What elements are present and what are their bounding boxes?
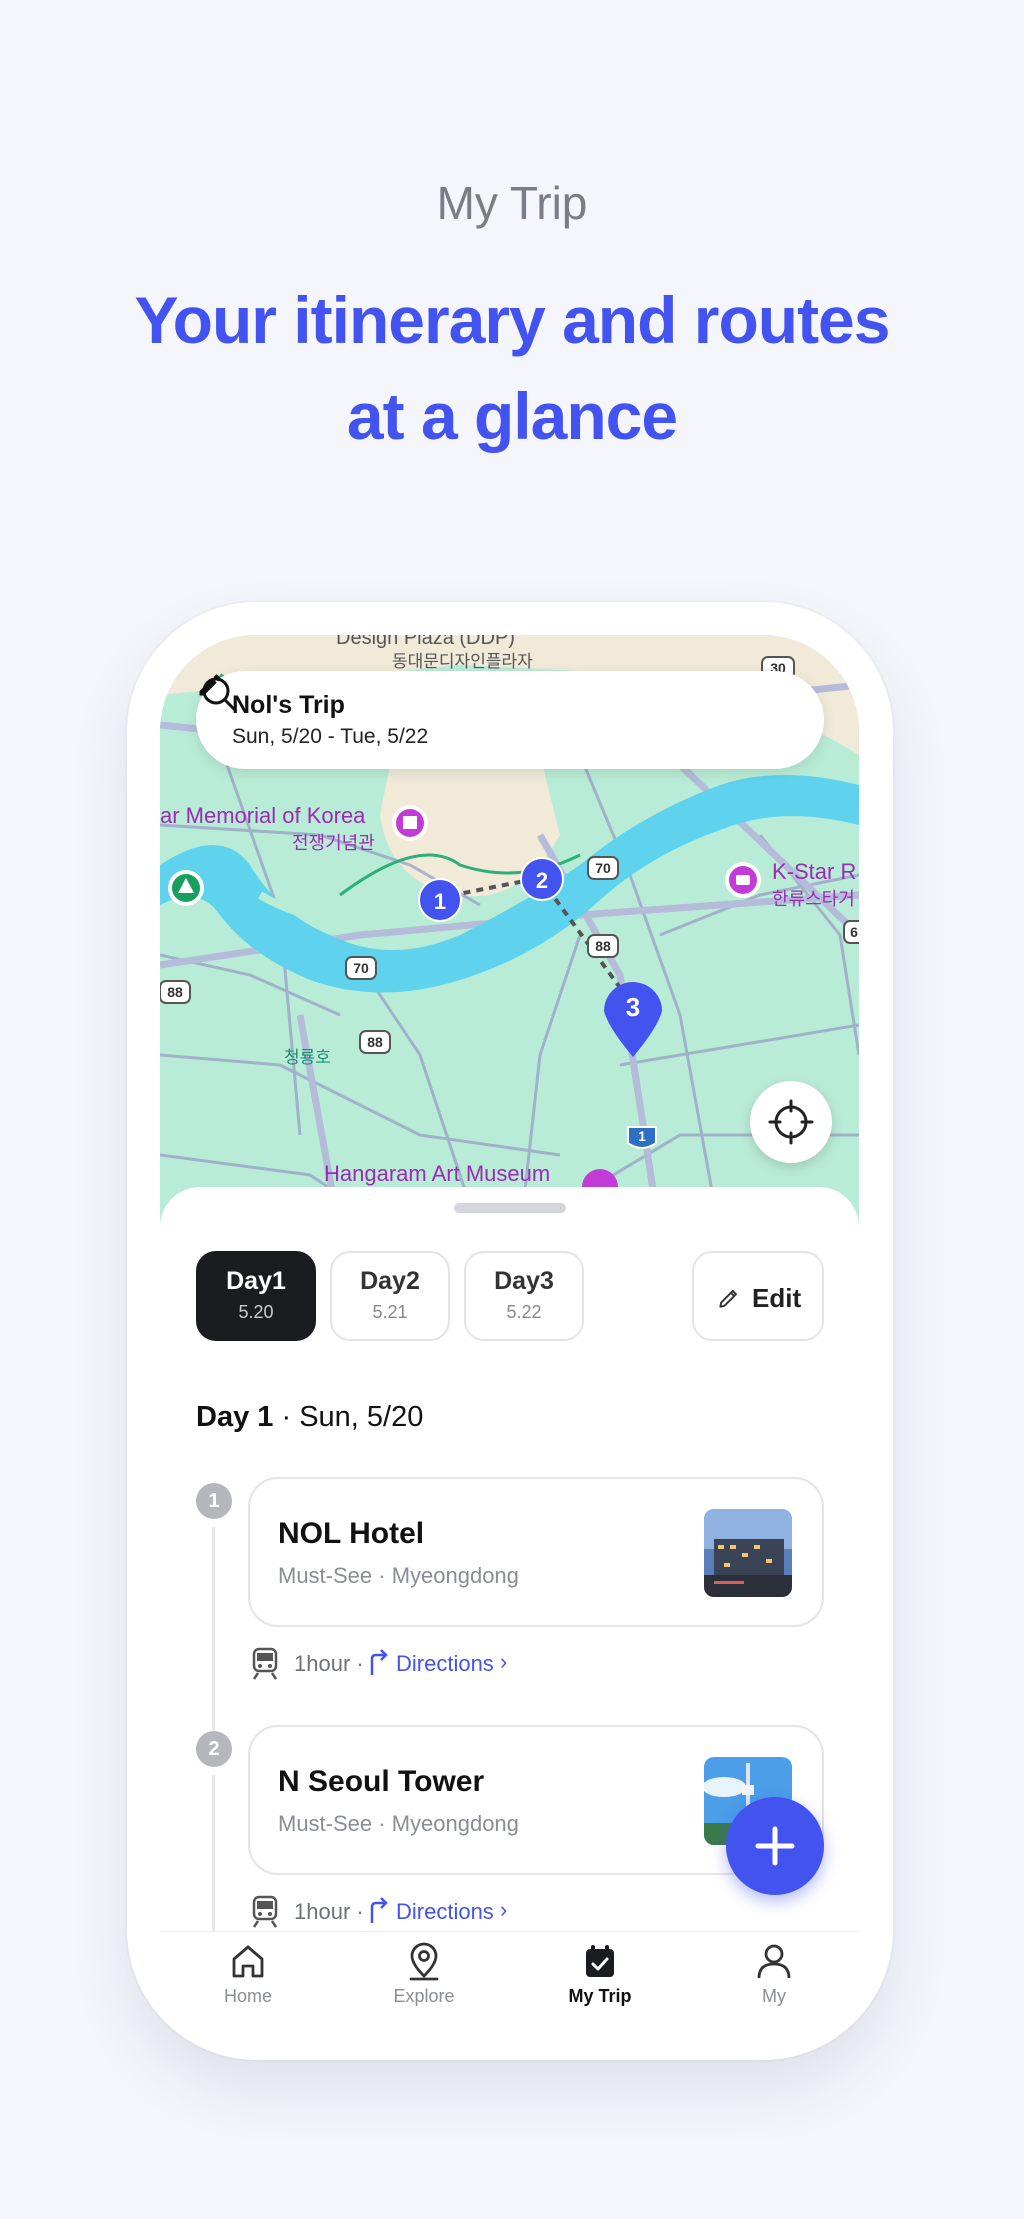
road-shield-70a: 70: [595, 860, 611, 876]
transit-row-2: 1hour · Directions ›: [250, 1895, 550, 1931]
home-icon: [232, 1945, 264, 1978]
transit-duration-2: 1hour ·: [294, 1899, 364, 1924]
itinerary-sheet: Day1 5.20 Day2 5.21 Day3 5.22 Edit Day 1…: [160, 1187, 859, 2027]
tab-day1-date: 5.20: [238, 1302, 274, 1322]
day-heading-sep: ·: [281, 1401, 292, 1433]
map-label-ddp-kr: 동대문디자인플라자: [392, 652, 533, 671]
tab-day2-label: Day2: [360, 1267, 420, 1295]
road-shield-6: 6: [850, 924, 858, 940]
transit-duration-1: 1hour ·: [294, 1651, 364, 1676]
road-shield-88c: 88: [367, 1034, 383, 1050]
day-heading-date: Sun, 5/20: [299, 1401, 424, 1433]
map-label-museum: Hangaram Art Museum: [324, 1161, 551, 1186]
nav-explore[interactable]: Explore: [364, 1940, 484, 2007]
map-pin-2[interactable]: 2: [520, 857, 564, 901]
train-icon: [252, 1895, 278, 1928]
turn-right-arrow-icon: [370, 1897, 388, 1923]
header-subtitle: My Trip: [436, 177, 588, 229]
stop-number-1: 1: [196, 1483, 232, 1519]
header-title-line2: at a glance: [346, 379, 678, 453]
tab-day2-date: 5.21: [372, 1302, 408, 1322]
calendar-check-icon: [586, 1945, 614, 1977]
header-title-line1: Your itinerary and routes: [134, 283, 891, 357]
map-label-kstar-kr: 한류스타거: [772, 889, 855, 909]
map-pin-1[interactable]: 1: [418, 878, 462, 922]
map-label-war-memorial-kr: 전쟁기념관: [292, 833, 375, 853]
tab-day3-date: 5.22: [506, 1302, 542, 1322]
map-label-war-memorial: ar Memorial of Korea: [160, 803, 366, 828]
crosshair-icon: [768, 1099, 814, 1145]
stop-name-1: NOL Hotel: [278, 1517, 425, 1550]
map-pin-3: 3: [625, 992, 641, 1022]
train-icon: [252, 1647, 278, 1680]
tab-day1[interactable]: Day1 5.20: [196, 1251, 316, 1341]
nav-my[interactable]: My: [714, 1940, 834, 2007]
trip-dates: Sun, 5/20 - Tue, 5/22: [232, 725, 429, 748]
stop-meta-1: Must-See · Myeongdong: [278, 1563, 519, 1588]
header-title: Your itinerary and routes at a glance: [0, 272, 1024, 464]
transit-row-1: 1hour · Directions ›: [250, 1647, 550, 1683]
add-stop-button[interactable]: [726, 1797, 824, 1895]
map-pin-3-marker[interactable]: 3: [600, 975, 666, 1059]
search-icon[interactable]: [196, 671, 242, 717]
turn-right-arrow-icon: [370, 1649, 388, 1675]
timeline-line-1: [212, 1527, 215, 1747]
map-label-kstar: K-Star R: [772, 859, 857, 884]
nav-my-label: My: [762, 1986, 786, 2006]
stop-meta-2: Must-See · Myeongdong: [278, 1811, 519, 1836]
road-shield-88b: 88: [167, 984, 183, 1000]
user-icon: [757, 1944, 791, 1979]
trip-header-bar: Nol's Trip Sun, 5/20 - Tue, 5/22: [196, 671, 824, 769]
edit-button[interactable]: Edit: [692, 1251, 824, 1341]
tab-day3-label: Day3: [494, 1267, 554, 1295]
map-pin-icon: [409, 1942, 439, 1981]
directions-label-1: Directions: [396, 1651, 494, 1676]
directions-label-2: Directions: [396, 1899, 494, 1924]
phone-screen: 30 70 70 88 88 88 1 6 Design Plaza (DDP)…: [160, 635, 859, 2027]
road-shield-1: 1: [638, 1128, 646, 1144]
nav-explore-label: Explore: [393, 1986, 455, 2006]
day-heading-day: Day 1: [196, 1401, 274, 1433]
nav-my-trip[interactable]: My Trip: [540, 1940, 660, 2007]
road-shield-88a: 88: [595, 938, 611, 954]
sheet-handle[interactable]: [454, 1203, 566, 1213]
day-heading: Day 1 · Sun, 5/20: [196, 1401, 423, 1434]
edit-button-label: Edit: [752, 1283, 802, 1313]
chevron-right-icon: ›: [500, 1897, 508, 1922]
trip-name: Nol's Trip: [232, 691, 345, 719]
nav-my-trip-label: My Trip: [568, 1986, 632, 2006]
tab-day2[interactable]: Day2 5.21: [330, 1251, 450, 1341]
stop-card-1[interactable]: NOL Hotel Must-See · Myeongdong: [248, 1477, 824, 1627]
road-shield-70b: 70: [353, 960, 369, 976]
stop-name-2: N Seoul Tower: [278, 1765, 485, 1798]
bottom-nav: Home Explore My Trip My: [160, 1931, 859, 2027]
plus-icon: [755, 1826, 795, 1866]
map-view[interactable]: 30 70 70 88 88 88 1 6 Design Plaza (DDP)…: [160, 635, 859, 1235]
nav-home[interactable]: Home: [188, 1940, 308, 2007]
stop-number-2: 2: [196, 1731, 232, 1767]
chevron-right-icon: ›: [500, 1649, 508, 1674]
locate-me-button[interactable]: [750, 1081, 832, 1163]
hotel-photo-image: [704, 1509, 792, 1597]
tab-day1-label: Day1: [226, 1267, 286, 1295]
map-label-lake: 청룡호: [284, 1048, 331, 1067]
pencil-outline-icon: [719, 1289, 738, 1308]
stop-photo-hotel: [704, 1509, 792, 1597]
tab-day3[interactable]: Day3 5.22: [464, 1251, 584, 1341]
nav-home-label: Home: [223, 1986, 272, 2006]
